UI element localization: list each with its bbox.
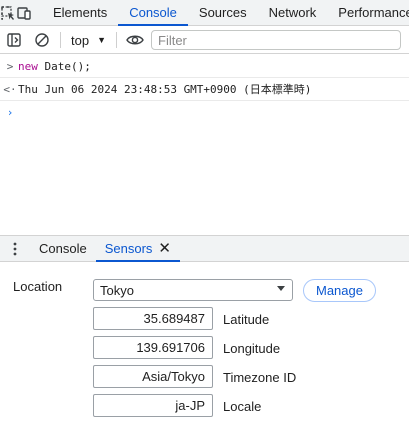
filter-input[interactable] — [151, 30, 401, 50]
devtools-main-tabbar: Elements Console Sources Network Perform… — [0, 0, 409, 26]
input-chevron-icon: > — [6, 59, 14, 73]
live-expression-eye-icon[interactable] — [121, 27, 149, 54]
latitude-input[interactable] — [93, 307, 213, 330]
console-toolbar: top ▼ — [0, 27, 409, 54]
clear-console-icon[interactable] — [28, 27, 56, 54]
tab-elements[interactable]: Elements — [42, 0, 118, 25]
longitude-label: Longitude — [223, 341, 281, 356]
more-options-icon[interactable] — [0, 236, 30, 261]
drawer-tab-console[interactable]: Console — [30, 236, 96, 261]
console-result-text: Thu Jun 06 2024 23:48:53 GMT+0900 (日本標準時… — [18, 83, 312, 96]
console-result-line: <· Thu Jun 06 2024 23:48:53 GMT+0900 (日本… — [0, 78, 409, 101]
code-keyword: new — [18, 59, 38, 73]
console-prompt[interactable]: › — [0, 101, 409, 124]
tab-sources[interactable]: Sources — [188, 0, 258, 25]
toolbar-divider — [60, 32, 61, 48]
latitude-label: Latitude — [223, 312, 270, 327]
drawer-tabbar: Console Sensors ✕ — [0, 235, 409, 262]
caret-down-icon: ▼ — [97, 35, 106, 45]
console-input-line: > new Date(); — [0, 55, 409, 78]
drawer-tab-console-label: Console — [39, 241, 87, 256]
locale-label: Locale — [223, 399, 262, 414]
context-selector[interactable]: top ▼ — [65, 27, 112, 54]
drawer-tab-sensors[interactable]: Sensors ✕ — [95, 236, 181, 262]
drawer-tab-sensors-label: Sensors — [104, 241, 153, 256]
toolbar-divider — [116, 32, 117, 48]
console-output: > new Date(); <· Thu Jun 06 2024 23:48:5… — [0, 55, 409, 235]
sidebar-toggle-icon[interactable] — [0, 27, 28, 54]
location-select[interactable]: Tokyo — [93, 279, 293, 301]
tab-network[interactable]: Network — [258, 0, 328, 25]
manage-button[interactable]: Manage — [303, 279, 376, 302]
code-expression: Date(); — [37, 59, 91, 73]
locale-input[interactable] — [93, 394, 213, 417]
tab-console[interactable]: Console — [118, 0, 188, 26]
longitude-input[interactable] — [93, 336, 213, 359]
close-tab-icon[interactable]: ✕ — [158, 241, 171, 256]
location-label: Location — [13, 279, 63, 294]
tab-performance[interactable]: Performance — [327, 0, 409, 25]
context-label: top — [71, 32, 90, 48]
device-toolbar-icon[interactable] — [16, 0, 32, 25]
inspect-element-icon[interactable] — [0, 0, 16, 25]
timezone-label: Timezone ID — [223, 370, 297, 385]
location-selected-value: Tokyo — [100, 282, 134, 298]
result-arrow-icon: <· — [3, 82, 17, 96]
timezone-input[interactable] — [93, 365, 213, 388]
sensors-panel: Location Tokyo Manage Latitude Longitude… — [0, 262, 409, 440]
dropdown-arrow-icon — [277, 286, 285, 291]
prompt-chevron-icon: › — [6, 106, 14, 119]
